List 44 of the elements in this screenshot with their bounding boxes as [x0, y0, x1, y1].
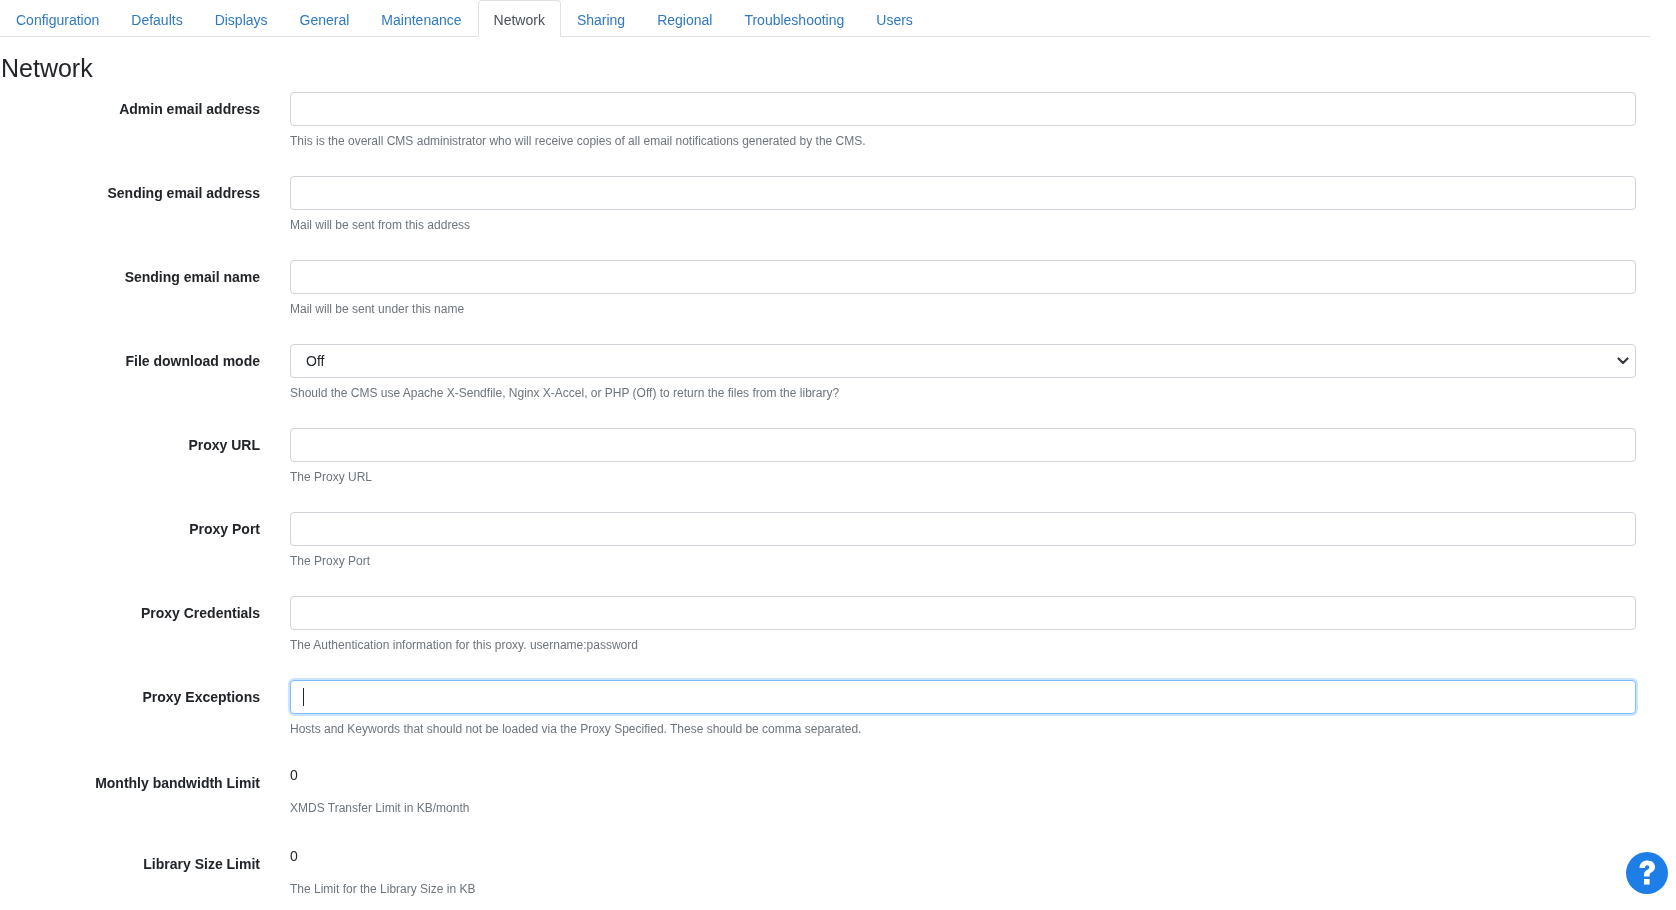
help-text: Hosts and Keywords that should not be loaded via the Proxy Specified. These should be comma separated.	[290, 722, 863, 736]
tab[interactable]: General	[283, 0, 366, 37]
field-label: Proxy Port	[188, 520, 260, 537]
help-icon[interactable]	[1626, 852, 1668, 894]
field-label: Proxy Credentials	[139, 604, 260, 621]
help-text: Mail will be sent from this address	[290, 218, 472, 232]
text-cursor	[303, 688, 304, 706]
help-text: The Proxy URL	[290, 470, 374, 484]
input-field[interactable]	[290, 512, 1636, 546]
help-text: The Authentication information for this proxy. username:password	[290, 638, 639, 652]
tab[interactable]: Troubleshooting	[728, 0, 861, 37]
input-field[interactable]	[290, 680, 1636, 714]
field-label: Sending email address	[106, 184, 260, 201]
tab[interactable]: Network	[477, 0, 561, 37]
dropdown[interactable]: Off	[290, 344, 1636, 378]
tab[interactable]: Configuration	[0, 0, 116, 37]
tab[interactable]: Defaults	[115, 0, 199, 37]
field-label: Proxy Exceptions	[141, 688, 260, 705]
tab[interactable]: Regional	[641, 0, 729, 37]
input-field[interactable]	[290, 428, 1636, 462]
help-text: XMDS Transfer Limit in KB/month	[290, 801, 470, 815]
field-label: Proxy URL	[187, 436, 260, 453]
field-label: File download mode	[124, 352, 260, 369]
help-text: This is the overall CMS administrator who will receive copies of all email notifications generated by the CMS.	[290, 134, 867, 148]
help-text: Mail will be sent under this name	[290, 302, 466, 316]
help-text: The Limit for the Library Size in KB	[290, 882, 476, 896]
input-field[interactable]	[290, 92, 1636, 126]
chevron-down-icon	[1617, 357, 1629, 365]
field-label: Monthly bandwidth Limit	[94, 774, 260, 791]
tab[interactable]: Displays	[198, 0, 284, 37]
field-label: Admin email address	[118, 100, 260, 117]
help-text: The Proxy Port	[290, 554, 372, 568]
input-field[interactable]	[290, 260, 1636, 294]
field-label: Library Size Limit	[142, 855, 260, 872]
field-label: Sending email name	[123, 268, 260, 285]
tab[interactable]: Sharing	[560, 0, 642, 37]
tab[interactable]: Users	[860, 0, 929, 37]
input-field[interactable]	[290, 596, 1636, 630]
input-field[interactable]	[290, 176, 1636, 210]
page-heading: Network	[1, 53, 94, 83]
tab[interactable]: Maintenance	[365, 0, 478, 37]
help-text: Should the CMS use Apache X-Sendfile, Nginx X-Accel, or PHP (Off) to return the files from the library?	[290, 386, 841, 400]
field-value: 0	[290, 766, 299, 785]
field-value: 0	[290, 847, 299, 866]
